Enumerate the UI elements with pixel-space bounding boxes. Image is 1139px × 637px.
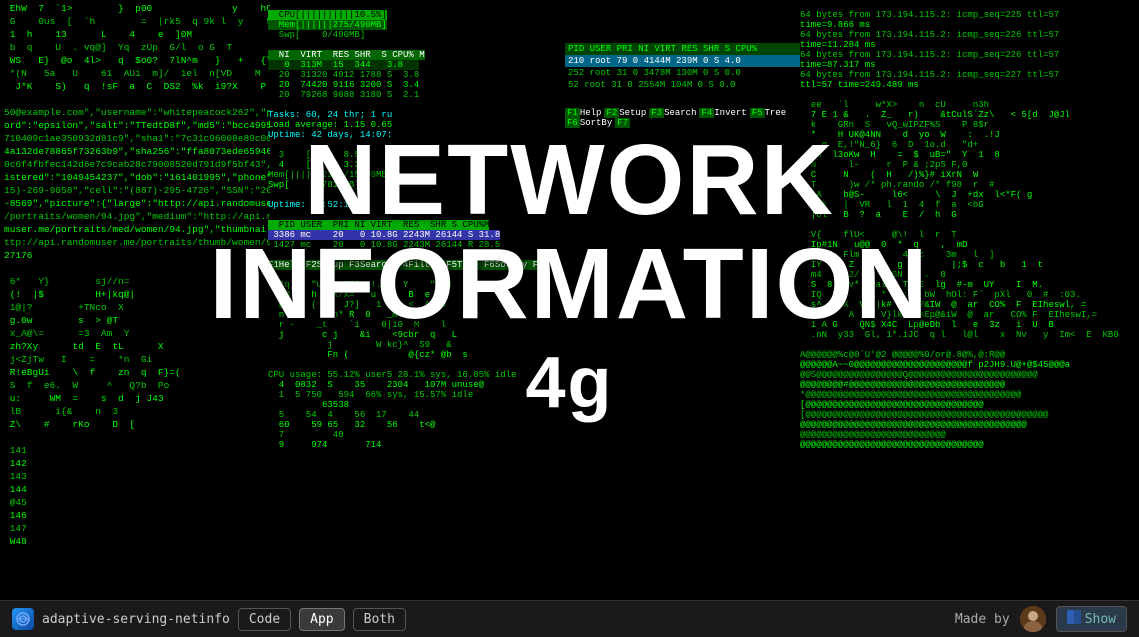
- fn-key-bar: F1Help F2Setup F3Search F4Invert F5Tree …: [565, 108, 800, 128]
- fn2-label: Setup: [619, 108, 646, 118]
- process-table: PID USER PRI NI VIRT RES SHR S CPU% 210 …: [565, 43, 800, 91]
- fn3[interactable]: F3: [649, 108, 664, 118]
- tab-app[interactable]: App: [299, 608, 344, 631]
- fn6-label: SortBy: [580, 118, 612, 128]
- tab-both[interactable]: Both: [353, 608, 406, 631]
- fn1-label: Help: [580, 108, 602, 118]
- process-header: PID USER PRI NI VIRT RES SHR S CPU%: [565, 43, 800, 55]
- fn1[interactable]: F1: [565, 108, 580, 118]
- avatar: [1020, 606, 1046, 632]
- terminal-middle: CPU[||||||||||10.5%] Mem[||||||275/490MB…: [268, 0, 573, 600]
- fn4[interactable]: F4: [699, 108, 714, 118]
- app-icon: [12, 608, 34, 630]
- fn4-label: Invert: [714, 108, 746, 118]
- fn2[interactable]: F2: [604, 108, 619, 118]
- fn3-label: Search: [664, 108, 696, 118]
- terminal-right: 64 bytes from 173.194.115.2: icmp_seq=22…: [800, 0, 1139, 600]
- show-icon: [1067, 610, 1081, 628]
- app-name-label: adaptive-serving-netinfo: [42, 612, 230, 627]
- bottom-bar-right: Made by Show: [955, 606, 1127, 632]
- show-label: Show: [1085, 612, 1116, 627]
- fn6[interactable]: F6: [565, 118, 580, 128]
- terminal-left: EhW 7 `1> } p00 y hC k [h0 ( 9 z G 0us […: [0, 0, 270, 600]
- made-by-text: Made by: [955, 612, 1010, 627]
- bottom-bar-left: adaptive-serving-netinfo Code App Both: [12, 608, 955, 631]
- show-button[interactable]: Show: [1056, 606, 1127, 632]
- process-row-3: 52 root 31 0 2554M 104M 0 S 0.0: [565, 79, 800, 91]
- fn5-label: Tree: [765, 108, 787, 118]
- terminal-background: EhW 7 `1> } p00 y hC k [h0 ( 9 z G 0us […: [0, 0, 1139, 637]
- bottom-bar: adaptive-serving-netinfo Code App Both M…: [0, 600, 1139, 637]
- process-row-1: 210 root 79 0 4144M 239M 0 S 4.0: [565, 55, 800, 67]
- process-row-2: 252 root 31 0 3478M 130M 0 S 0.0: [565, 67, 800, 79]
- fn7[interactable]: F7: [615, 118, 630, 128]
- fn5[interactable]: F5: [750, 108, 765, 118]
- tab-code[interactable]: Code: [238, 608, 291, 631]
